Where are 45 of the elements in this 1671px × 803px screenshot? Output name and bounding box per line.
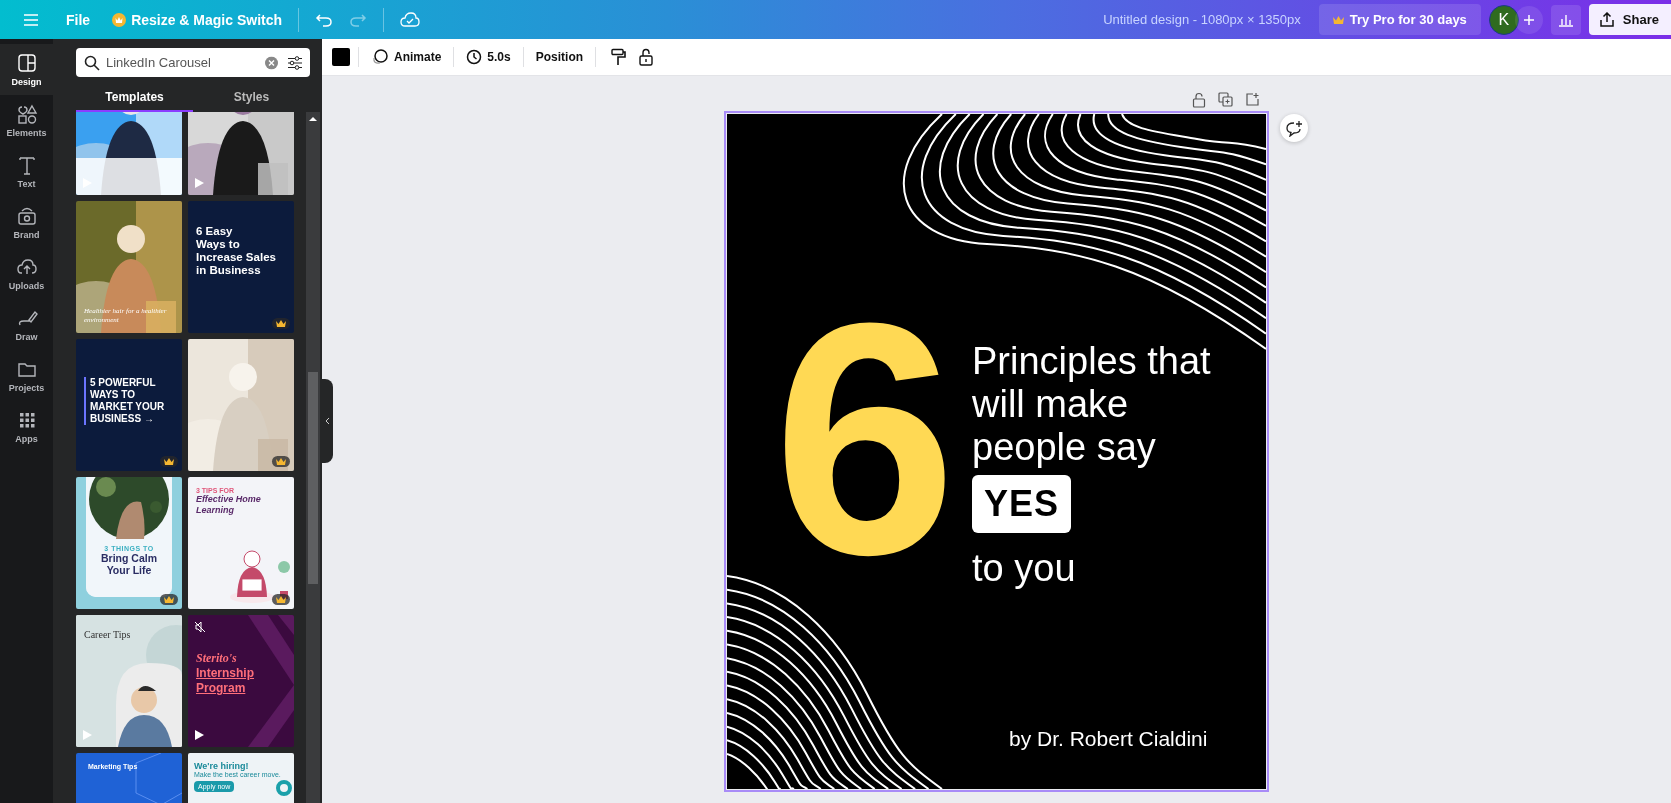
big-number: 6 — [773, 274, 957, 604]
template-title: We're hiring! — [194, 761, 250, 771]
template-title: 5 POWERFUL — [90, 377, 157, 389]
try-pro-button[interactable]: Try Pro for 30 days — [1318, 4, 1481, 35]
headline-text: to you — [972, 547, 1076, 590]
template-title: Effective Home — [196, 494, 262, 505]
template-thumbnail[interactable]: 5 POWERFUL WAYS TO MARKET YOUR BUSINESS → — [76, 339, 182, 471]
sidebar-item[interactable]: Design — [0, 44, 53, 95]
search-field[interactable]: LinkedIn Carousel — [76, 48, 310, 77]
sidebar-item[interactable]: Draw — [0, 299, 53, 350]
template-title: Program — [196, 681, 247, 696]
share-button[interactable]: Share — [1588, 4, 1671, 35]
headline-text: Principles that — [972, 340, 1211, 383]
template-thumbnail[interactable]: 6 Easy Ways to Increase Sales in Business — [188, 201, 294, 333]
headline-text: will make — [972, 383, 1129, 426]
animate-button[interactable]: Animate — [367, 45, 446, 69]
template-title: Bring Calm — [101, 552, 157, 564]
design-title[interactable]: Untitled design - 1080px × 1350px — [1103, 12, 1301, 27]
position-button[interactable]: Position — [531, 46, 588, 68]
template-title: Sterito's — [196, 651, 238, 666]
template-title: Career Tips — [84, 629, 132, 640]
template-title: 6 Easy — [196, 225, 234, 238]
template-title: BUSINESS → — [90, 413, 155, 425]
template-title: WAYS TO — [90, 389, 136, 401]
template-title: Ways to — [196, 238, 241, 251]
sidebar-item[interactable]: Apps — [0, 401, 53, 452]
sidebar-item[interactable]: Elements — [0, 95, 53, 146]
duration-button[interactable]: 5.0s — [462, 45, 515, 69]
panel-tab[interactable]: Styles — [193, 83, 310, 112]
sidebar-item[interactable]: Uploads — [0, 248, 53, 299]
user-avatar[interactable]: K — [1488, 4, 1519, 35]
template-thumbnail[interactable]: Sterito's Internship Program — [188, 615, 294, 747]
sidebar-item[interactable]: Brand — [0, 197, 53, 248]
sidebar-item[interactable]: Text — [0, 146, 53, 197]
template-thumbnail[interactable]: Career Tips — [76, 615, 182, 747]
highlight-label: YES — [972, 475, 1072, 533]
template-title: Internship — [196, 666, 255, 681]
headline-text: people say — [972, 426, 1156, 469]
template-title: MARKET YOUR — [90, 401, 166, 413]
template-title: Your Life — [106, 564, 152, 576]
author-text: by Dr. Robert Cialdini — [1009, 727, 1208, 751]
template-title: Increase Sales — [196, 251, 277, 264]
template-title: in Business — [196, 264, 262, 277]
template-title: Learning — [196, 505, 235, 516]
sidebar-item[interactable]: Projects — [0, 350, 53, 401]
